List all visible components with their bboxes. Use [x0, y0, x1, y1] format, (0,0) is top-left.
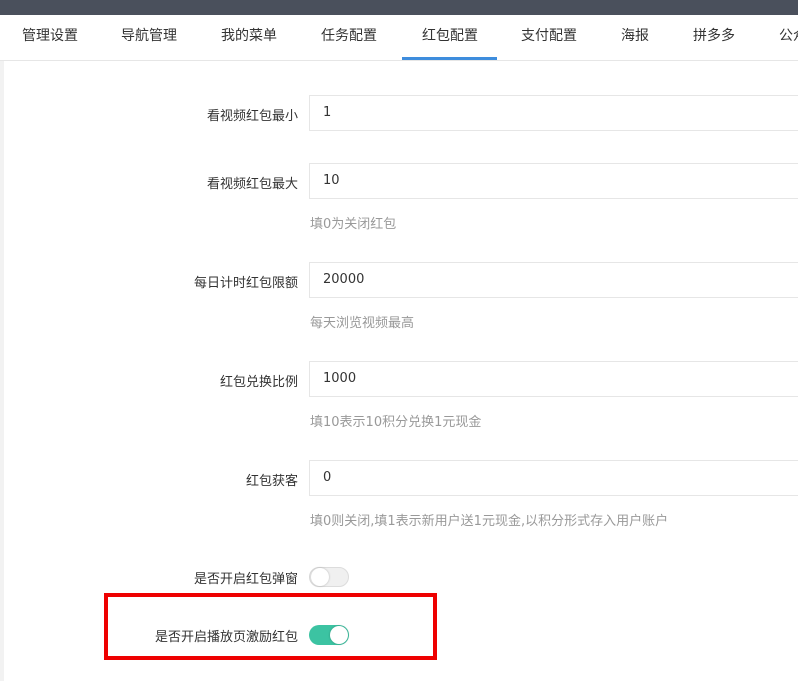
tab-payment-config[interactable]: 支付配置: [521, 15, 577, 60]
video-min-input[interactable]: 1: [309, 95, 798, 131]
popup-switch-label: 是否开启红包弹窗: [193, 572, 298, 587]
tab-redpack-config[interactable]: 红包配置: [422, 15, 478, 60]
tab-my-menu[interactable]: 我的菜单: [221, 15, 277, 60]
tab-official-account[interactable]: 公众: [779, 15, 798, 60]
tab-task-config[interactable]: 任务配置: [321, 15, 377, 60]
daily-limit-hint: 每天浏览视频最高: [310, 316, 415, 331]
exchange-ratio-hint: 填10表示10积分兑换1元现金: [310, 415, 482, 430]
video-max-hint: 填0为关闭红包: [310, 217, 397, 232]
tab-pinduoduo[interactable]: 拼多多: [693, 15, 735, 60]
form-panel: 看视频红包最小 1 看视频红包最大 10 填0为关闭红包 每日计时红包限额 20…: [4, 61, 798, 681]
highlight-box: [104, 593, 437, 660]
tab-admin-settings[interactable]: 管理设置: [22, 15, 78, 60]
popup-switch[interactable]: [309, 567, 349, 587]
daily-limit-label: 每日计时红包限额: [193, 276, 298, 291]
redpack-gain-label: 红包获客: [245, 474, 298, 489]
exchange-ratio-label: 红包兑换比例: [219, 375, 298, 390]
tab-nav-management[interactable]: 导航管理: [121, 15, 177, 60]
switch-knob: [311, 568, 329, 586]
tab-bar: 管理设置 导航管理 我的菜单 任务配置 红包配置 支付配置 海报 拼多多 公众: [0, 15, 798, 61]
exchange-ratio-input[interactable]: 1000: [309, 361, 798, 397]
redpack-gain-hint: 填0则关闭,填1表示新用户送1元现金,以积分形式存入用户账户: [310, 514, 669, 529]
daily-limit-input[interactable]: 20000: [309, 262, 798, 298]
tab-poster[interactable]: 海报: [621, 15, 649, 60]
active-tab-indicator: [402, 57, 497, 60]
video-min-label: 看视频红包最小: [206, 109, 298, 124]
redpack-gain-input[interactable]: 0: [309, 460, 798, 496]
video-max-label: 看视频红包最大: [206, 177, 298, 192]
window-top-bar: [0, 0, 798, 15]
video-max-input[interactable]: 10: [309, 163, 798, 199]
